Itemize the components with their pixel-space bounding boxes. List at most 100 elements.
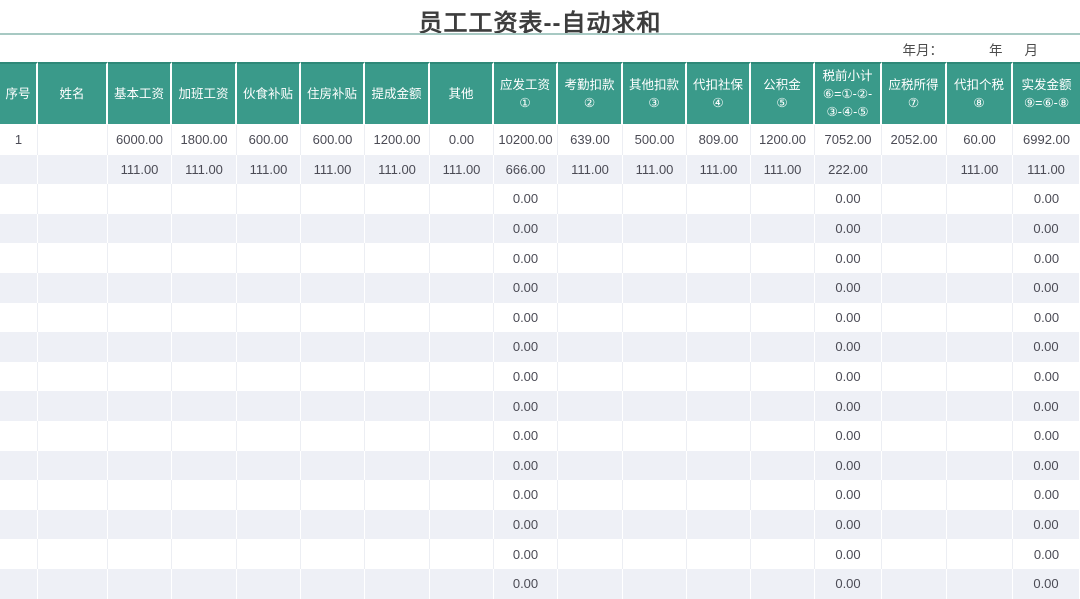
cell[interactable]: 0.00 [1013,568,1080,599]
cell[interactable]: 0.00 [815,243,882,273]
cell[interactable] [882,361,947,392]
cell[interactable]: 0.00 [815,450,882,481]
cell[interactable] [365,184,430,214]
cell[interactable] [558,361,623,392]
cell[interactable]: 0.00 [1013,184,1080,214]
cell[interactable] [38,568,108,599]
cell[interactable] [38,539,108,569]
cell[interactable] [365,302,430,333]
cell[interactable] [38,361,108,392]
header-cell[interactable]: 伙食补贴 [237,62,301,125]
cell[interactable] [301,420,365,451]
cell[interactable]: 111.00 [237,154,301,185]
cell[interactable] [0,332,38,362]
header-cell[interactable]: 其他 [430,62,494,125]
cell[interactable] [882,272,947,303]
header-cell[interactable]: 加班工资 [172,62,237,125]
cell[interactable] [751,539,815,569]
cell[interactable] [237,302,301,333]
cell[interactable]: 222.00 [815,154,882,185]
cell[interactable] [623,361,687,392]
cell[interactable] [751,213,815,244]
cell[interactable]: 0.00 [815,480,882,510]
cell[interactable]: 0.00 [494,509,558,540]
cell[interactable] [365,272,430,303]
cell[interactable]: 111.00 [751,154,815,185]
cell[interactable] [947,391,1013,421]
cell[interactable] [947,539,1013,569]
cell[interactable]: 0.00 [430,125,494,155]
cell[interactable] [623,509,687,540]
cell[interactable] [558,243,623,273]
cell[interactable] [0,243,38,273]
cell[interactable] [947,332,1013,362]
cell[interactable] [623,420,687,451]
cell[interactable] [38,125,108,155]
cell[interactable] [430,539,494,569]
cell[interactable]: 111.00 [172,154,237,185]
cell[interactable] [751,243,815,273]
cell[interactable]: 600.00 [301,125,365,155]
header-cell[interactable]: 序号 [0,62,38,125]
cell[interactable]: 500.00 [623,125,687,155]
cell[interactable] [0,420,38,451]
cell[interactable]: 0.00 [1013,361,1080,392]
cell[interactable] [172,450,237,481]
cell[interactable]: 600.00 [237,125,301,155]
header-cell[interactable]: 应发工资 ① [494,62,558,125]
cell[interactable] [301,272,365,303]
cell[interactable] [365,420,430,451]
cell[interactable] [365,450,430,481]
header-cell[interactable]: 姓名 [38,62,108,125]
cell[interactable] [430,420,494,451]
cell[interactable] [947,568,1013,599]
cell[interactable] [38,184,108,214]
cell[interactable] [623,272,687,303]
cell[interactable]: 2052.00 [882,125,947,155]
cell[interactable] [687,539,751,569]
cell[interactable] [108,450,172,481]
cell[interactable] [38,420,108,451]
cell[interactable] [0,509,38,540]
cell[interactable] [301,539,365,569]
header-cell[interactable]: 住房补贴 [301,62,365,125]
cell[interactable]: 0.00 [1013,450,1080,481]
cell[interactable] [0,154,38,185]
cell[interactable] [172,480,237,510]
cell[interactable] [108,420,172,451]
cell[interactable]: 0.00 [494,243,558,273]
cell[interactable] [623,480,687,510]
cell[interactable] [108,539,172,569]
cell[interactable] [947,302,1013,333]
cell[interactable] [751,480,815,510]
cell[interactable] [430,509,494,540]
cell[interactable] [430,480,494,510]
cell[interactable] [882,213,947,244]
cell[interactable] [38,391,108,421]
cell[interactable] [237,391,301,421]
cell[interactable] [623,568,687,599]
cell[interactable] [108,391,172,421]
cell[interactable]: 6000.00 [108,125,172,155]
cell[interactable]: 809.00 [687,125,751,155]
cell[interactable]: 0.00 [815,272,882,303]
cell[interactable]: 111.00 [108,154,172,185]
cell[interactable] [558,420,623,451]
cell[interactable] [623,391,687,421]
cell[interactable]: 0.00 [494,361,558,392]
cell[interactable] [172,361,237,392]
cell[interactable]: 0.00 [815,568,882,599]
cell[interactable] [301,332,365,362]
cell[interactable] [38,272,108,303]
cell[interactable] [558,480,623,510]
cell[interactable] [237,509,301,540]
cell[interactable] [882,568,947,599]
cell[interactable] [430,568,494,599]
cell[interactable]: 0.00 [1013,509,1080,540]
cell[interactable] [430,272,494,303]
cell[interactable] [108,243,172,273]
cell[interactable] [882,539,947,569]
cell[interactable] [687,509,751,540]
cell[interactable]: 0.00 [1013,539,1080,569]
cell[interactable]: 111.00 [687,154,751,185]
